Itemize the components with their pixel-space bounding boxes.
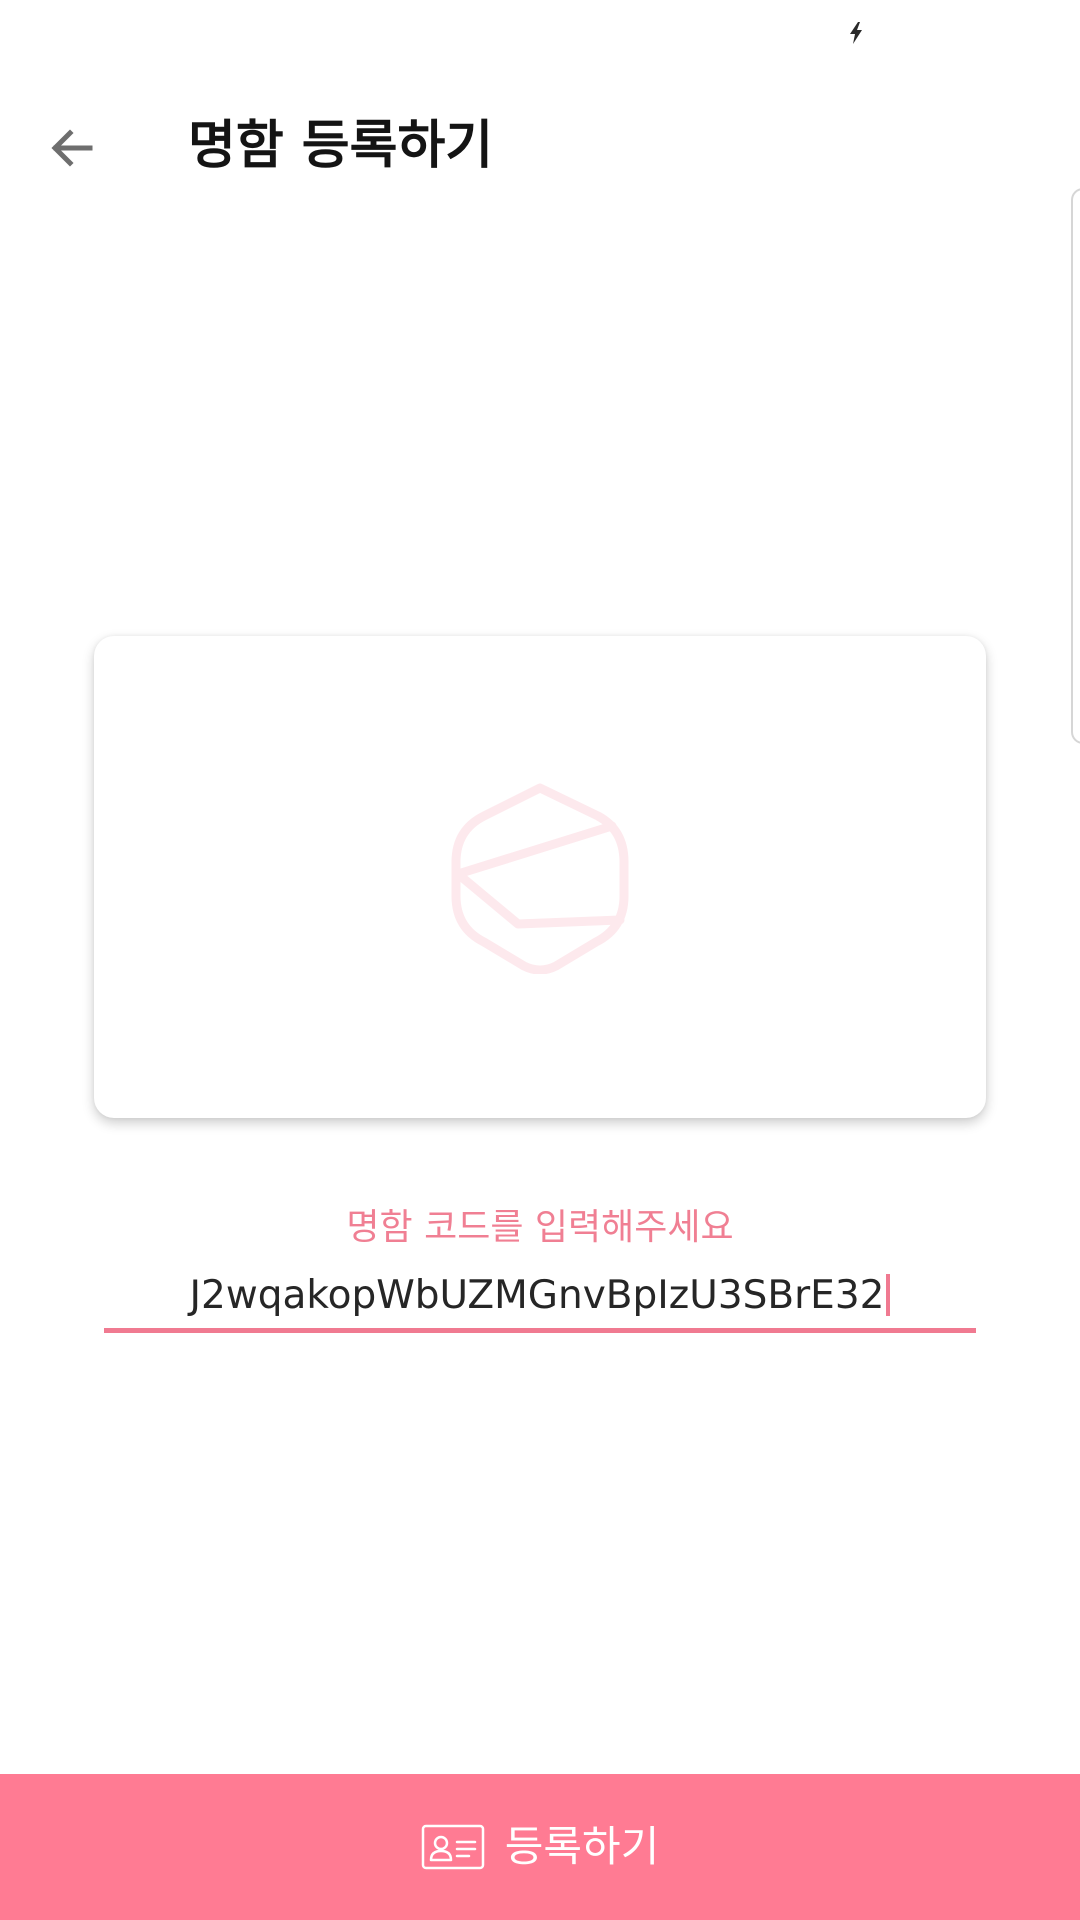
code-input-value: J2wqakopWbUZMGnvBpIzU3SBrE32	[189, 1273, 885, 1318]
id-card-icon	[421, 1824, 484, 1870]
back-button[interactable]	[24, 100, 120, 196]
code-input-field[interactable]: J2wqakopWbUZMGnvBpIzU3SBrE32	[104, 1264, 976, 1333]
register-button[interactable]: 등록하기	[0, 1774, 1080, 1920]
text-caret	[886, 1273, 891, 1316]
arrow-left-icon	[51, 129, 93, 167]
app-bar: 명함 등록하기	[0, 64, 1080, 214]
code-input-label: 명함 코드를 입력해주세요	[346, 1207, 734, 1248]
lightning-bolt-icon	[850, 22, 862, 44]
register-button-label: 등록하기	[504, 1822, 660, 1871]
status-bar	[0, 0, 1080, 64]
hexagon-envelope-logo	[451, 783, 629, 974]
edge-panel-handle[interactable]	[1071, 188, 1080, 744]
page-title: 명함 등록하기	[188, 116, 494, 176]
